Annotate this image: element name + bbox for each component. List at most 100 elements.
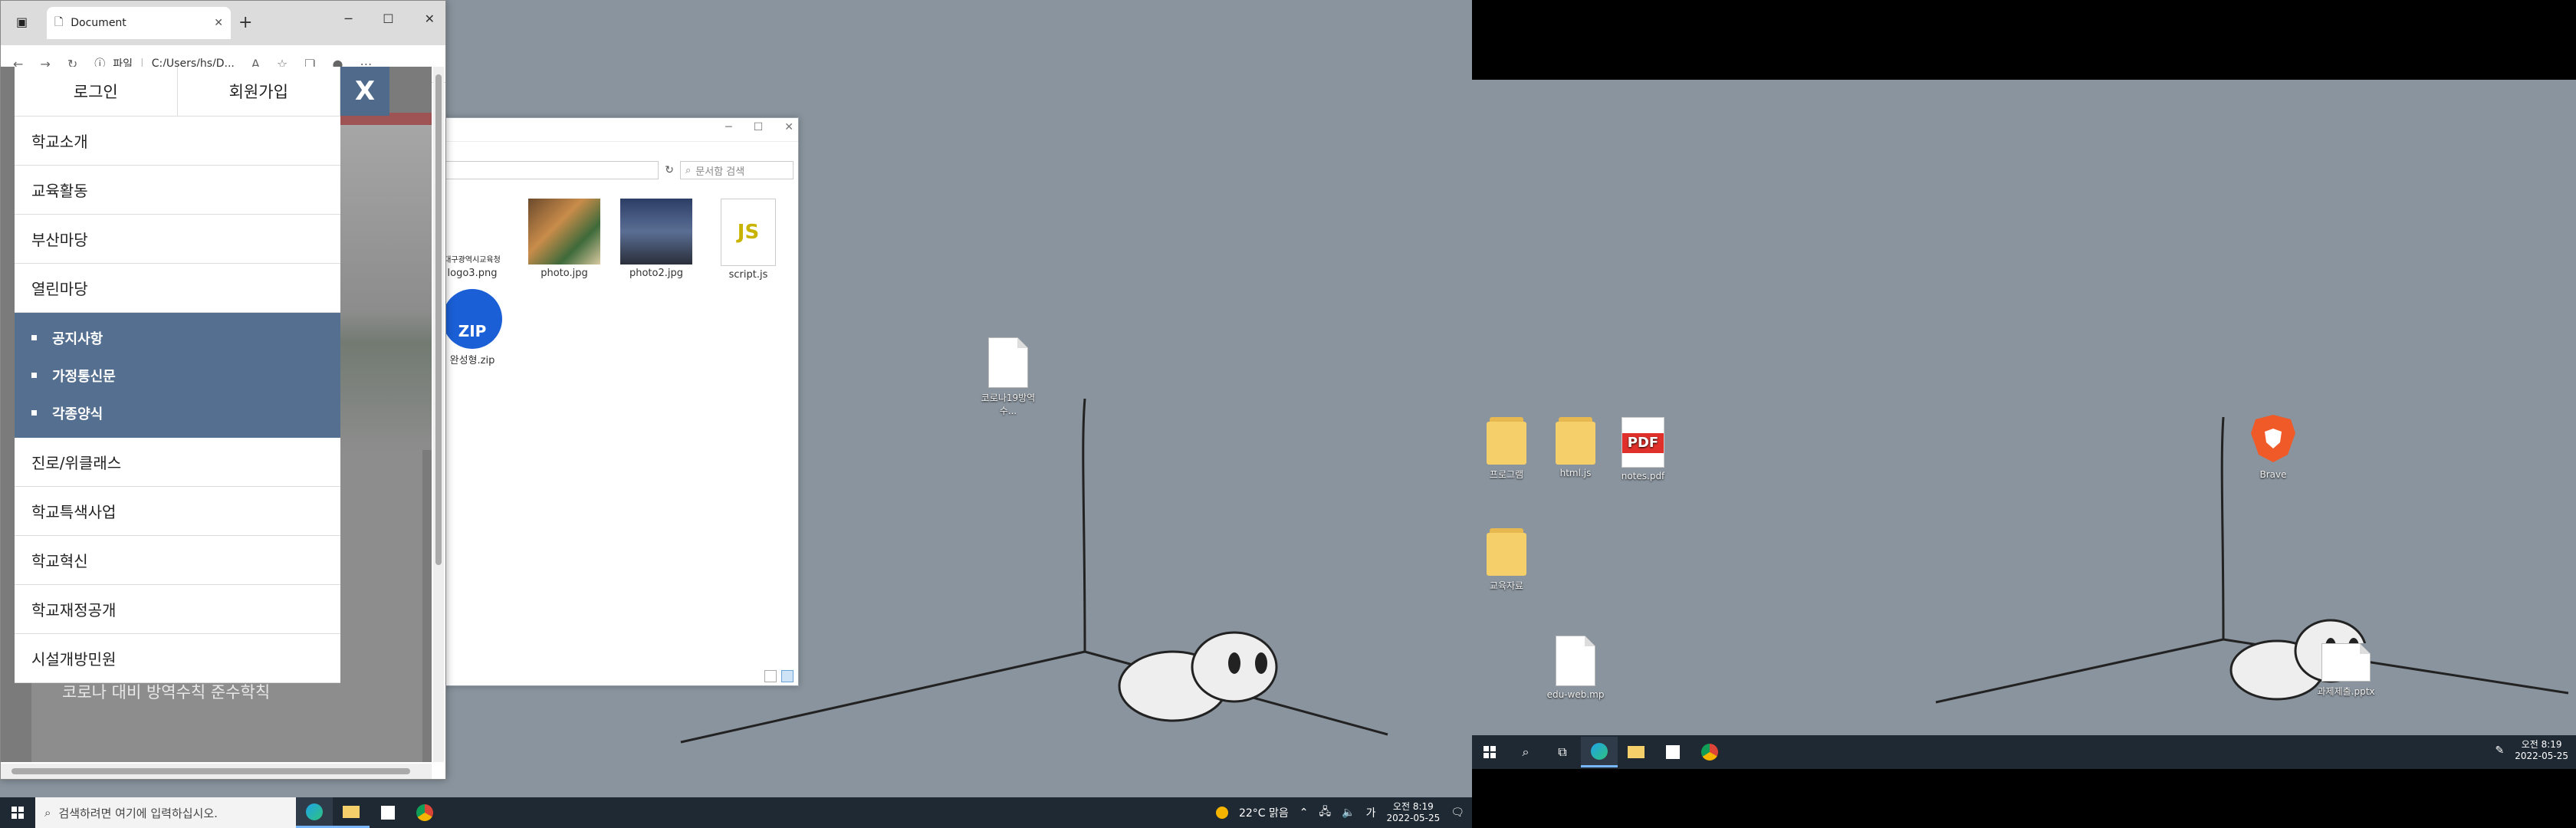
desktop-icon-label: 과제제출.pptx — [2317, 686, 2375, 697]
desktop-folder-icon[interactable]: html.js — [1541, 417, 1610, 478]
weather-icon — [1215, 807, 1228, 819]
menu-item[interactable]: 진로/위클래스 — [15, 438, 340, 487]
explorer-view-toggles — [764, 670, 794, 682]
task-view-icon[interactable]: ⧉ — [1544, 737, 1581, 767]
close-icon[interactable]: ✕ — [425, 12, 435, 26]
desktop-folder-icon[interactable]: 교육자료 — [1472, 528, 1541, 592]
page-notice-text: 코로나 대비 방역수칙 준수학칙 — [62, 683, 271, 702]
right-monitor: 프로그램 html.js PDF notes.pdf 교육자료 edu-web.… — [1472, 0, 2576, 828]
network-icon[interactable]: 🖧 — [1319, 803, 1332, 822]
store-taskbar-icon[interactable] — [370, 797, 406, 828]
maximize-icon[interactable]: ☐ — [383, 12, 393, 26]
windows-icon — [12, 807, 24, 819]
taskbar-clock[interactable]: 오전 8:19 2022-05-25 — [2515, 739, 2568, 762]
logo-caption: 대구광역시교육청 — [444, 256, 501, 264]
menu-item[interactable]: 학교혁신 — [15, 536, 340, 585]
refresh-icon[interactable]: ↻ — [665, 164, 674, 176]
search-icon[interactable]: ⌕ — [1507, 737, 1544, 767]
vertical-scrollbar[interactable] — [433, 67, 444, 762]
details-view-icon[interactable] — [764, 670, 777, 682]
edge-taskbar-icon[interactable] — [296, 797, 333, 828]
explorer-titlebar[interactable]: ─ ☐ ✕ — [430, 118, 798, 142]
desktop-folder-icon[interactable]: 프로그램 — [1472, 417, 1541, 481]
file-explorer-window[interactable]: ─ ☐ ✕ ↻ ⌕ 문서함 검색 대구광역시교육청 logo3.png phot — [429, 117, 799, 686]
maximize-icon[interactable]: ☐ — [754, 121, 764, 133]
close-tab-icon[interactable]: ✕ — [214, 17, 223, 29]
store-taskbar-icon[interactable] — [1654, 737, 1691, 767]
file-item[interactable]: photo2.jpg — [614, 199, 698, 279]
desktop-icon-label: 교육자료 — [1489, 580, 1524, 591]
taskbar-search-placeholder: 검색하려면 여기에 입력하십시오. — [58, 806, 218, 820]
chevron-up-icon[interactable]: ⌃ — [1300, 807, 1309, 819]
large-icons-view-icon[interactable] — [781, 670, 794, 682]
file-name: logo3.png — [447, 268, 498, 279]
file-name: photo.jpg — [540, 268, 588, 279]
ime-indicator[interactable]: 가 — [1366, 805, 1376, 820]
file-name: script.js — [728, 269, 768, 281]
clock-time: 오전 8:19 — [2521, 739, 2562, 750]
taskbar-search-input[interactable]: ⌕ 검색하려면 여기에 입력하십시오. — [35, 797, 296, 828]
minimize-icon[interactable]: ─ — [345, 12, 353, 26]
tab-title: Document — [71, 17, 127, 29]
mobile-nav-menu: 로그인 회원가입 X 학교소개 교육활동 부산마당 열린마당 공지사항 가정통신… — [15, 67, 389, 683]
brave-lion-icon — [2251, 415, 2295, 462]
menu-close-button[interactable]: X — [340, 67, 389, 116]
browser-tab-document[interactable]: 🗋 Document ✕ — [47, 7, 231, 39]
secondary-taskbar: ⌕ ⧉ ✎ 오전 8:19 2022-05-25 — [1472, 735, 2576, 769]
desktop-doc-icon[interactable]: 코로나19방역수... — [974, 337, 1043, 417]
chrome-taskbar-icon[interactable] — [1691, 737, 1728, 767]
file-item[interactable]: JS script.js — [706, 199, 790, 281]
menu-item[interactable]: 학교소개 — [15, 117, 340, 166]
file-explorer-taskbar-icon[interactable] — [333, 797, 370, 828]
pdf-icon: PDF — [1622, 417, 1664, 468]
page-viewport: 코로나 대비 방역수칙 준수학칙 로그인 회원가입 X 학교소개 교육활동 부산… — [1, 67, 432, 762]
auth-row: 로그인 회원가입 — [15, 67, 340, 117]
start-button[interactable] — [0, 797, 35, 828]
explorer-path-field[interactable] — [435, 161, 659, 179]
image-thumbnail — [528, 199, 600, 264]
minimize-icon[interactable]: ─ — [725, 121, 731, 133]
explorer-search-input[interactable]: ⌕ 문서함 검색 — [680, 161, 794, 179]
zip-file-icon: ZIP — [442, 289, 502, 349]
clock-date: 2022-05-25 — [2515, 751, 2568, 761]
menu-item[interactable]: 학교재정공개 — [15, 585, 340, 634]
menu-item[interactable]: 교육활동 — [15, 166, 340, 215]
file-item[interactable]: photo.jpg — [522, 199, 606, 279]
folder-icon — [1556, 417, 1595, 465]
signup-link[interactable]: 회원가입 — [178, 67, 340, 116]
left-monitor-desktop: 코로나19방역수... ─ ☐ ✕ ↻ ⌕ 문서함 검색 대구광역시교육청 lo… — [0, 0, 1472, 828]
browser-window[interactable]: ▣ 🗋 Document ✕ + ─ ☐ ✕ ← → ↻ ⓘ 파일 | C:/U… — [0, 0, 446, 780]
start-button[interactable] — [1472, 737, 1507, 767]
menu-item[interactable]: 학교특색사업 — [15, 487, 340, 536]
browser-tabstrip: ▣ 🗋 Document ✕ + ─ ☐ ✕ — [1, 1, 445, 45]
submenu-item[interactable]: 각종양식 — [15, 394, 340, 432]
menu-item-open[interactable]: 열린마당 — [15, 264, 340, 313]
taskbar-clock[interactable]: 오전 8:19 2022-05-25 — [1386, 801, 1440, 824]
tab-actions-icon[interactable]: ▣ — [16, 15, 28, 29]
image-thumbnail — [620, 199, 692, 264]
file-name: photo2.jpg — [629, 268, 683, 279]
horizontal-scrollbar[interactable] — [1, 764, 432, 779]
document-icon — [988, 337, 1028, 388]
submenu-item[interactable]: 가정통신문 — [15, 356, 340, 394]
menu-item[interactable]: 부산마당 — [15, 215, 340, 264]
chrome-taskbar-icon[interactable] — [406, 797, 443, 828]
submenu-item[interactable]: 공지사항 — [15, 319, 340, 356]
desktop-pdf-icon[interactable]: PDF notes.pdf — [1608, 417, 1677, 481]
login-link[interactable]: 로그인 — [15, 67, 178, 116]
file-explorer-taskbar-icon[interactable] — [1618, 737, 1654, 767]
edge-taskbar-icon[interactable] — [1581, 737, 1618, 767]
notification-icon[interactable]: 🗨 — [1451, 807, 1464, 819]
desktop-brave-icon[interactable]: Brave — [2239, 413, 2308, 480]
weather-text[interactable]: 22°C 맑음 — [1239, 805, 1289, 820]
explorer-address-bar: ↻ ⌕ 문서함 검색 — [430, 159, 798, 181]
close-icon[interactable]: ✕ — [784, 121, 794, 133]
desktop-ppt-icon[interactable]: 과제제출.pptx — [2312, 643, 2380, 698]
js-badge: JS — [737, 221, 760, 244]
desktop-edge-doc-icon[interactable]: edu-web.mp — [1541, 636, 1610, 700]
right-monitor-desktop: 프로그램 html.js PDF notes.pdf 교육자료 edu-web.… — [1472, 80, 2576, 735]
new-tab-button[interactable]: + — [238, 13, 252, 32]
menu-item[interactable]: 시설개방민원 — [15, 634, 340, 683]
pen-icon[interactable]: ✎ — [2496, 744, 2505, 757]
volume-icon[interactable]: 🔈 — [1342, 807, 1355, 819]
